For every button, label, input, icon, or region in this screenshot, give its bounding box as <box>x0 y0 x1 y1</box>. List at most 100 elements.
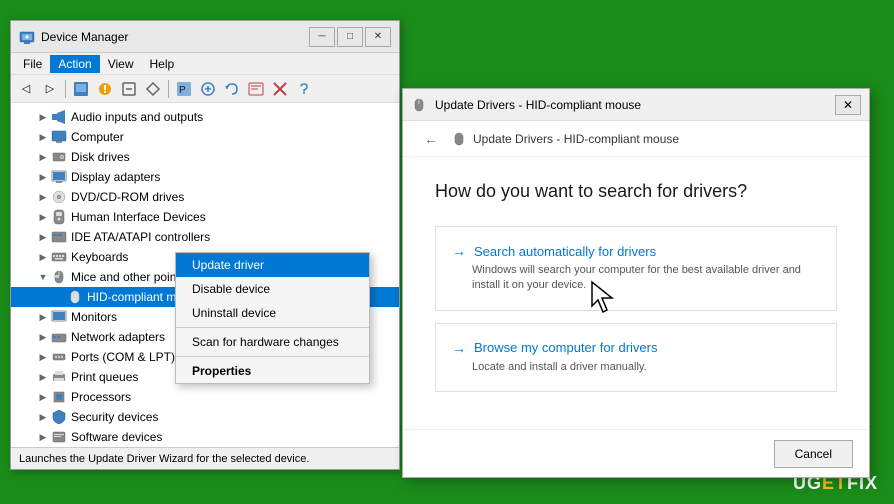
dialog-nav-title: Update Drivers - HID-compliant mouse <box>451 131 679 147</box>
option-browse-manual[interactable]: → Browse my computer for drivers Locate … <box>435 323 837 392</box>
context-menu-uninstall[interactable]: Uninstall device <box>176 301 369 325</box>
tree-item-security[interactable]: ▶ Security devices <box>11 407 399 427</box>
menu-file[interactable]: File <box>15 55 50 73</box>
tree-toggle-keyboards[interactable]: ▶ <box>35 249 51 265</box>
dialog-nav: ← Update Drivers - HID-compliant mouse <box>403 121 869 157</box>
context-menu-scan[interactable]: Scan for hardware changes <box>176 330 369 354</box>
option-search-auto[interactable]: → Search automatically for drivers Windo… <box>435 226 837 311</box>
toolbar-forward[interactable]: ▷ <box>39 78 61 100</box>
tree-label-hid-devices: Human Interface Devices <box>71 210 206 224</box>
tree-icon-security <box>51 409 67 425</box>
tree-label-print: Print queues <box>71 370 138 384</box>
option-auto-label: Search automatically for drivers <box>474 244 656 259</box>
tree-icon-processors <box>51 389 67 405</box>
dialog-title-icon <box>411 97 427 113</box>
toolbar-sep-1 <box>65 80 66 98</box>
dialog-title-text: Update Drivers - HID-compliant mouse <box>435 98 835 112</box>
close-button[interactable]: ✕ <box>365 27 391 47</box>
tree-label-audio: Audio inputs and outputs <box>71 110 203 124</box>
tree-label-display: Display adapters <box>71 170 160 184</box>
toolbar-btn-3[interactable] <box>118 78 140 100</box>
tree-toggle-disk[interactable]: ▶ <box>35 149 51 165</box>
tree-toggle-ports[interactable]: ▶ <box>35 349 51 365</box>
toolbar-btn-4[interactable] <box>142 78 164 100</box>
arrow-icon-auto: → <box>452 243 466 259</box>
tree-label-security: Security devices <box>71 410 158 424</box>
option-auto-desc: Windows will search your computer for th… <box>472 263 820 294</box>
tree-icon-computer <box>51 129 67 145</box>
option-manual-title: → Browse my computer for drivers <box>452 340 820 356</box>
tree-icon-monitors <box>51 309 67 325</box>
tree-label-network: Network adapters <box>71 330 165 344</box>
tree-item-display[interactable]: ▶ Display adapters <box>11 167 399 187</box>
status-text: Launches the Update Driver Wizard for th… <box>19 453 309 465</box>
toolbar-scan[interactable] <box>221 78 243 100</box>
window-title: Device Manager <box>41 30 309 44</box>
arrow-icon-manual: → <box>452 340 466 356</box>
svg-text:P: P <box>179 85 186 96</box>
toolbar-btn-5[interactable]: P <box>173 78 195 100</box>
toolbar-back[interactable]: ◁ <box>15 78 37 100</box>
menu-view[interactable]: View <box>100 55 142 73</box>
menu-bar: File Action View Help <box>11 53 399 75</box>
tree-icon-keyboards <box>51 249 67 265</box>
context-menu-disable[interactable]: Disable device <box>176 277 369 301</box>
tree-icon-ide <box>51 229 67 245</box>
tree-toggle-hid-mouse <box>51 289 67 305</box>
dialog-heading: How do you want to search for drivers? <box>435 181 837 202</box>
tree-toggle-processors[interactable]: ▶ <box>35 389 51 405</box>
toolbar-btn-1[interactable] <box>70 78 92 100</box>
tree-item-audio[interactable]: ▶ Audio inputs and outputs <box>11 107 399 127</box>
toolbar-sep-2 <box>168 80 169 98</box>
context-menu-separator-2 <box>176 356 369 357</box>
tree-toggle-network[interactable]: ▶ <box>35 329 51 345</box>
toolbar-btn-2[interactable] <box>94 78 116 100</box>
tree-toggle-security[interactable]: ▶ <box>35 409 51 425</box>
tree-item-ide[interactable]: ▶ IDE ATA/ATAPI controllers <box>11 227 399 247</box>
update-drivers-dialog: Update Drivers - HID-compliant mouse ✕ ←… <box>402 88 870 478</box>
tree-icon-display <box>51 169 67 185</box>
tree-icon-dvd <box>51 189 67 205</box>
context-menu-update-driver[interactable]: Update driver <box>176 253 369 277</box>
tree-toggle-computer[interactable]: ▶ <box>35 129 51 145</box>
tree-icon-audio <box>51 109 67 125</box>
tree-icon-network <box>51 329 67 345</box>
option-manual-desc: Locate and install a driver manually. <box>472 360 820 375</box>
tree-icon-mice <box>51 269 67 285</box>
tree-toggle-audio[interactable]: ▶ <box>35 109 51 125</box>
dialog-close-button[interactable]: ✕ <box>835 95 861 115</box>
dialog-content: How do you want to search for drivers? →… <box>403 157 869 429</box>
menu-action[interactable]: Action <box>50 55 99 73</box>
menu-help[interactable]: Help <box>142 55 183 73</box>
tree-toggle-hid[interactable]: ▶ <box>35 209 51 225</box>
tree-toggle-dvd[interactable]: ▶ <box>35 189 51 205</box>
cancel-button[interactable]: Cancel <box>774 440 853 468</box>
tree-toggle-monitors[interactable]: ▶ <box>35 309 51 325</box>
toolbar-delete[interactable] <box>269 78 291 100</box>
dialog-back-button[interactable]: ← <box>419 127 443 151</box>
tree-item-hid[interactable]: ▶ Human Interface Devices <box>11 207 399 227</box>
context-menu-properties[interactable]: Properties <box>176 359 369 383</box>
tree-toggle-mice[interactable]: ▼ <box>35 269 51 285</box>
tree-label-software: Software devices <box>71 430 162 444</box>
tree-item-dvd[interactable]: ▶ DVD/CD-ROM drives <box>11 187 399 207</box>
tree-toggle-display[interactable]: ▶ <box>35 169 51 185</box>
tree-label-disk: Disk drives <box>71 150 130 164</box>
toolbar-help[interactable] <box>293 78 315 100</box>
toolbar-properties[interactable] <box>245 78 267 100</box>
tree-item-disk[interactable]: ▶ Disk drives <box>11 147 399 167</box>
tree-toggle-software[interactable]: ▶ <box>35 429 51 445</box>
minimize-button[interactable]: ─ <box>309 27 335 47</box>
tree-toggle-print[interactable]: ▶ <box>35 369 51 385</box>
tree-item-computer[interactable]: ▶ Computer <box>11 127 399 147</box>
tree-toggle-ide[interactable]: ▶ <box>35 229 51 245</box>
tree-icon-ports <box>51 349 67 365</box>
toolbar-btn-6[interactable] <box>197 78 219 100</box>
dialog-title-bar: Update Drivers - HID-compliant mouse ✕ <box>403 89 869 121</box>
option-auto-title: → Search automatically for drivers <box>452 243 820 259</box>
tree-icon-hid-mouse <box>67 289 83 305</box>
tree-label-computer: Computer <box>71 130 124 144</box>
tree-item-software[interactable]: ▶ Software devices <box>11 427 399 447</box>
tree-item-processors[interactable]: ▶ Processors <box>11 387 399 407</box>
maximize-button[interactable]: □ <box>337 27 363 47</box>
